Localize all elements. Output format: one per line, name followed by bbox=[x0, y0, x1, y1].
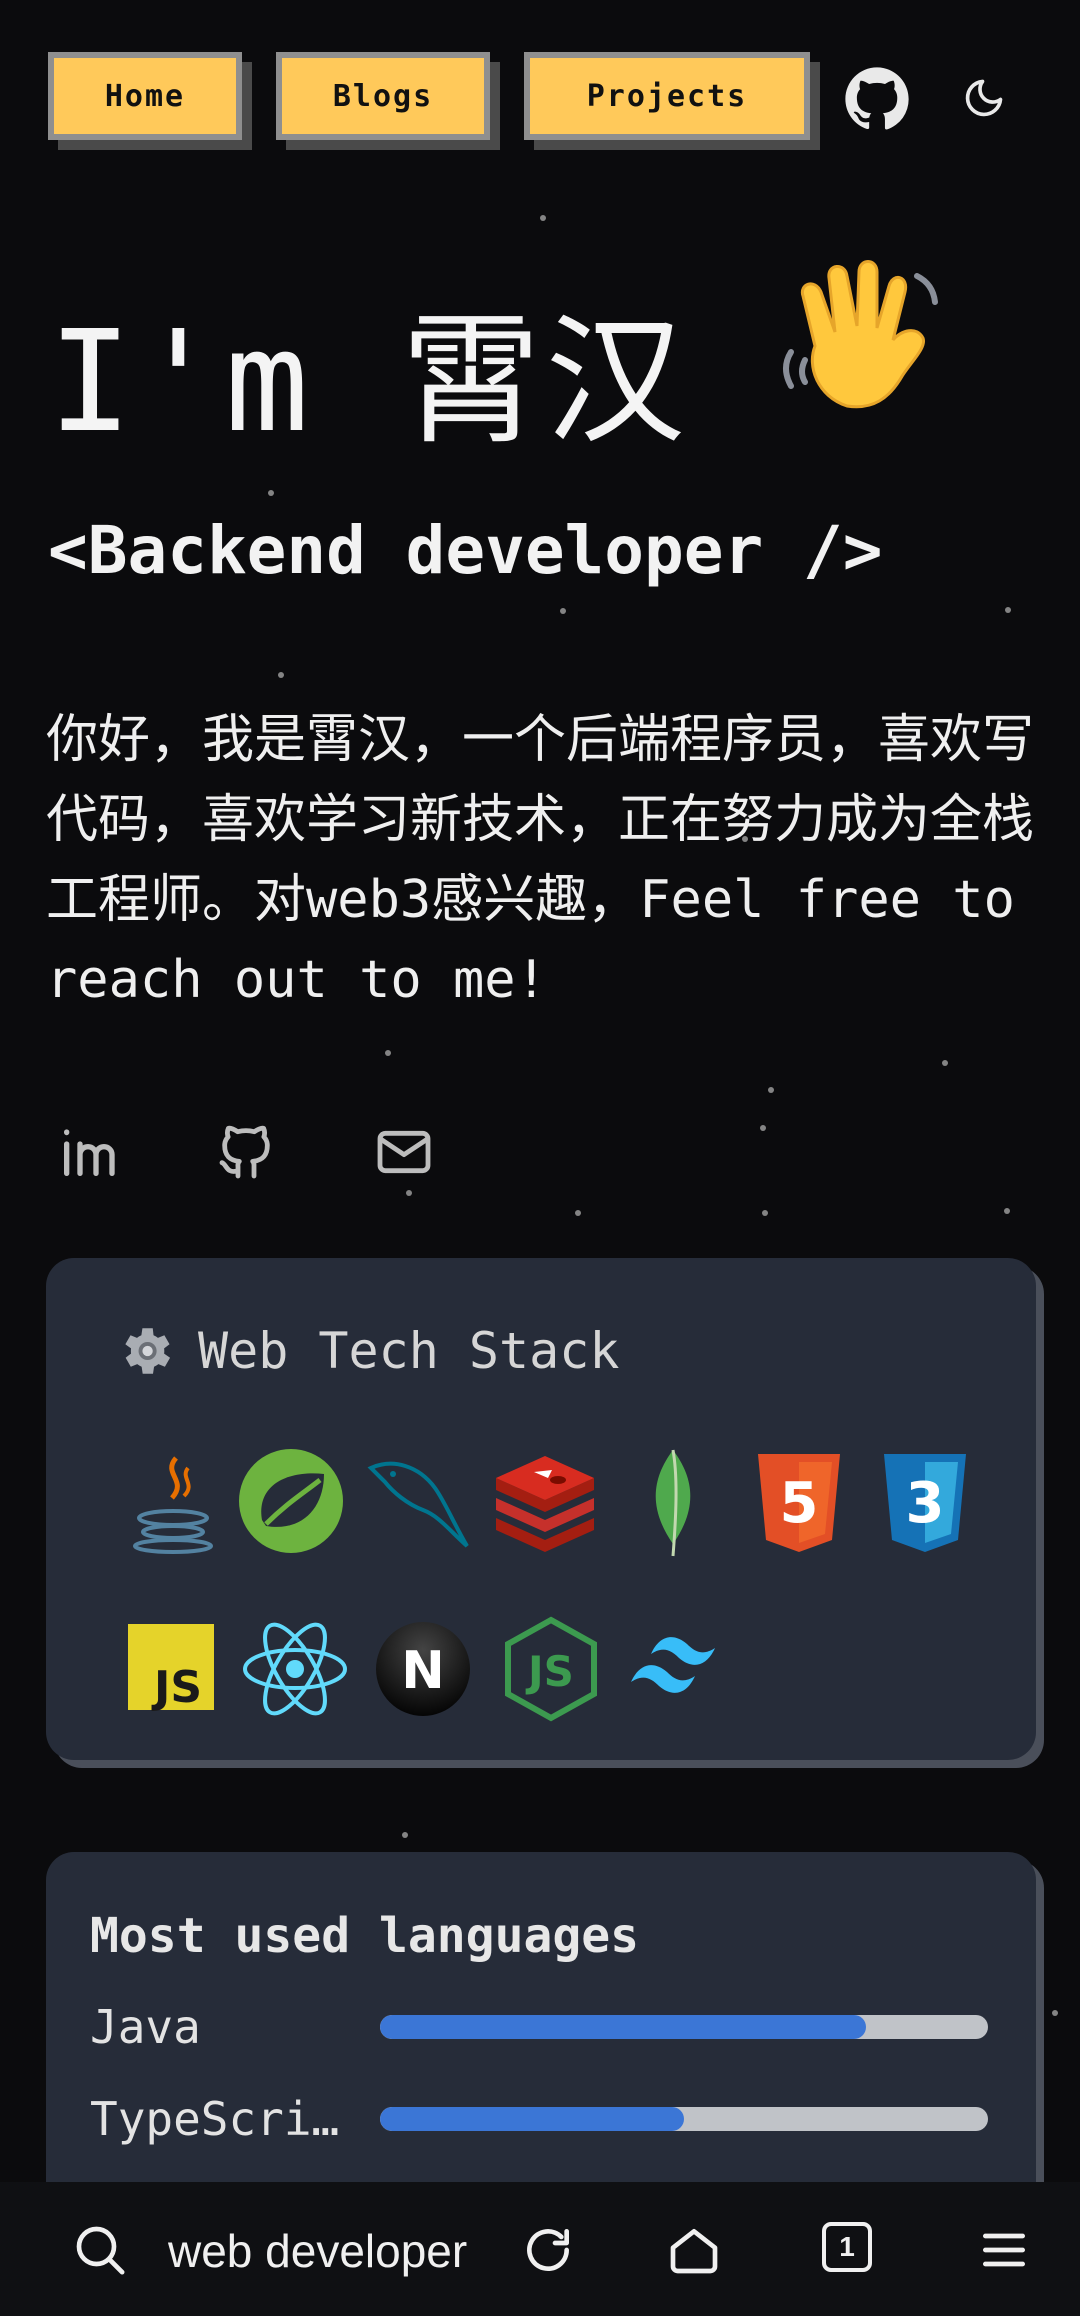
browser-bottom-bar: web developer 1 bbox=[0, 2182, 1080, 2316]
nodejs-icon: JS bbox=[505, 1616, 597, 1722]
search-icon[interactable] bbox=[72, 2222, 128, 2278]
language-name: TypeScri… bbox=[90, 2092, 340, 2146]
tech-stack-card: Web Tech Stack 5 3 JS N JS bbox=[46, 1258, 1036, 1760]
tabs-button[interactable]: 1 bbox=[822, 2222, 872, 2272]
github-icon[interactable] bbox=[844, 66, 910, 132]
linkedin-icon[interactable] bbox=[56, 1120, 120, 1184]
java-icon bbox=[133, 1456, 213, 1554]
spring-icon bbox=[239, 1449, 343, 1553]
nav-blogs-button[interactable]: Blogs bbox=[276, 52, 490, 140]
javascript-badge: JS bbox=[151, 1662, 202, 1713]
react-icon bbox=[243, 1622, 347, 1716]
mail-icon[interactable] bbox=[372, 1120, 436, 1184]
menu-icon[interactable] bbox=[976, 2222, 1032, 2278]
social-links bbox=[56, 1120, 530, 1184]
css3-badge: 3 bbox=[906, 1471, 945, 1536]
bio-text: 你好，我是霄汉，一个后端程序员，喜欢写代码，喜欢学习新技术，正在努力成为全栈工程… bbox=[46, 710, 1035, 1010]
top-nav: Home Blogs Projects bbox=[48, 52, 844, 140]
nodejs-badge: JS bbox=[525, 1647, 574, 1696]
moon-icon[interactable] bbox=[962, 76, 1006, 120]
mysql-icon bbox=[367, 1461, 469, 1548]
tech-stack-header: Web Tech Stack bbox=[114, 1320, 619, 1382]
hero-title: I'm 霄汉 bbox=[48, 260, 947, 458]
tech-stack-title: Web Tech Stack bbox=[198, 1322, 620, 1380]
redis-icon bbox=[496, 1456, 594, 1552]
html5-icon: 5 bbox=[758, 1454, 840, 1552]
gear-icon bbox=[125, 1328, 171, 1374]
language-bar bbox=[380, 2015, 988, 2039]
nextjs-badge: N bbox=[401, 1641, 445, 1701]
languages-card: Most used languages Java TypeScri… bbox=[46, 1852, 1036, 2212]
nextjs-icon: N bbox=[376, 1622, 470, 1716]
language-name: Java bbox=[90, 2000, 201, 2054]
reload-icon[interactable] bbox=[520, 2222, 576, 2278]
language-bar-fill bbox=[380, 2015, 867, 2039]
hero-title-text: I'm 霄汉 bbox=[48, 301, 778, 464]
waving-hand-icon bbox=[777, 256, 947, 444]
home-icon[interactable] bbox=[666, 2222, 722, 2278]
javascript-icon: JS bbox=[128, 1624, 214, 1713]
languages-title: Most used languages bbox=[90, 1908, 640, 1964]
css3-icon: 3 bbox=[884, 1454, 966, 1552]
html5-badge: 5 bbox=[780, 1471, 819, 1536]
hero-subtitle: <Backend developer /> bbox=[48, 512, 883, 589]
language-bar bbox=[380, 2107, 988, 2131]
language-row: Java bbox=[90, 2000, 988, 2054]
tab-count: 1 bbox=[839, 2231, 855, 2262]
language-row: TypeScri… bbox=[90, 2092, 988, 2146]
nav-home-button[interactable]: Home bbox=[48, 52, 242, 140]
address-bar[interactable]: web developer bbox=[168, 2224, 468, 2278]
language-bar-fill bbox=[380, 2107, 684, 2131]
nav-projects-button[interactable]: Projects bbox=[524, 52, 810, 140]
tailwindcss-icon bbox=[631, 1637, 715, 1693]
github-icon[interactable] bbox=[214, 1120, 278, 1184]
mongodb-icon bbox=[655, 1449, 691, 1557]
